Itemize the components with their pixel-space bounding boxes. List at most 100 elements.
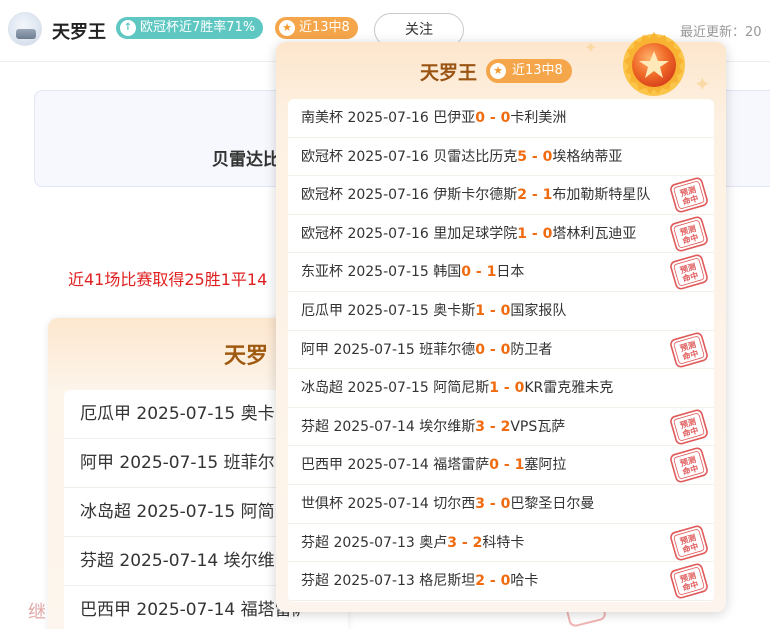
home-team: 奥卢	[419, 534, 448, 551]
home-score: 2	[517, 187, 528, 204]
match-date: 2025-07-13	[333, 573, 415, 590]
away-team: 哈卡	[510, 573, 539, 590]
match-league: 世俱杯	[301, 495, 343, 512]
away-team: 塞阿拉	[524, 457, 567, 474]
hit-rate-text: 近13中8	[299, 20, 350, 35]
match-league: 欧冠杯	[301, 148, 343, 165]
match-row[interactable]: 冰岛超 2025-07-15 阿简尼斯1 - 0KR雷克雅未克	[288, 369, 714, 408]
expert-name[interactable]: 天罗王	[52, 18, 106, 44]
home-score: 1	[475, 302, 486, 319]
away-score: 0	[500, 341, 511, 358]
score-separator: -	[485, 573, 501, 590]
score-separator: -	[485, 341, 501, 358]
home-team: 格尼斯坦	[419, 573, 476, 590]
match-row[interactable]: 欧冠杯 2025-07-16 贝雷达比历克5 - 0埃格纳蒂亚	[288, 138, 714, 177]
match-row[interactable]: 欧冠杯 2025-07-16 里加足球学院1 - 0塔林利瓦迪亚 预测 命中	[288, 215, 714, 254]
star-icon: ★	[279, 20, 295, 36]
match-date: 2025-07-16	[347, 187, 429, 204]
score-separator: -	[485, 495, 501, 512]
away-score: 1	[486, 264, 497, 281]
match-date: 2025-07-15	[347, 302, 429, 319]
match-league: 芬超	[301, 573, 329, 590]
match-row[interactable]: 厄瓜甲 2025-07-15 奥卡斯1 - 0国家报队	[288, 292, 714, 331]
match-league: 冰岛超	[301, 380, 343, 397]
score-separator: -	[499, 457, 515, 474]
home-team: 阿简尼斯	[433, 380, 490, 397]
away-score: 0	[542, 225, 553, 242]
avatar[interactable]	[8, 12, 42, 46]
score-separator: -	[471, 264, 487, 281]
match-row[interactable]: 巴西甲 2025-07-14 福塔雷萨0 - 1塞阿拉 预测 命中	[288, 446, 714, 485]
home-score: 1	[517, 225, 528, 242]
match-league: 芬超	[301, 418, 329, 435]
home-team: 贝雷达比历克	[433, 148, 518, 165]
page: 天罗王 ↑ 欧冠杯近7胜率71% ★ 近13中8 关注 最近更新：20 贝雷达比…	[0, 0, 770, 629]
home-team: 巴伊亚	[433, 110, 476, 126]
score-separator: -	[457, 534, 473, 551]
home-team: 伊斯卡尔德斯	[433, 187, 518, 204]
score-separator: -	[485, 302, 501, 319]
prediction-hit-stamp-icon: 预测命中	[670, 332, 708, 368]
away-score: 0	[514, 380, 525, 397]
away-team: 防卫者	[510, 341, 553, 358]
away-team: 巴黎圣日尔曼	[510, 495, 595, 512]
match-row[interactable]: 芬超 2025-07-14 埃尔维斯3 - 2VPS瓦萨 预测 命中	[288, 408, 714, 447]
away-score: 2	[472, 534, 483, 551]
away-score: 2	[500, 418, 511, 435]
match-league: 欧冠杯	[301, 187, 343, 204]
record-summary: 近41场比赛取得25胜1平14	[68, 270, 268, 289]
score-separator: -	[499, 380, 515, 397]
side-text: 继	[28, 602, 46, 623]
hit-rate-badge[interactable]: ★ 近13中8	[275, 17, 358, 39]
home-team: 里加足球学院	[433, 225, 518, 242]
away-team: 科特卡	[482, 534, 525, 551]
match-row[interactable]: 芬超 2025-07-13 奥卢3 - 2科特卡 预测 命中	[288, 524, 714, 563]
home-team: 埃尔维斯	[419, 418, 476, 435]
match-league: 厄瓜甲	[301, 302, 343, 319]
home-score: 1	[489, 380, 500, 397]
match-date: 2025-07-16	[347, 148, 429, 165]
home-team: 班菲尔德	[419, 341, 476, 358]
win-rate-badge: ↑ 欧冠杯近7胜率71%	[116, 17, 264, 39]
score-separator: -	[485, 418, 501, 435]
away-score: 1	[514, 457, 525, 474]
prediction-hit-stamp-icon: 预测命中	[670, 254, 708, 290]
home-team: 韩国	[433, 264, 462, 281]
away-team: 国家报队	[510, 302, 567, 319]
away-score: 0	[542, 148, 553, 165]
match-row[interactable]: 南美杯 2025-07-16 巴伊亚0 - 0卡利美洲	[288, 99, 714, 138]
match-league: 芬超	[301, 534, 329, 551]
sparkle-icon: ✦	[694, 72, 711, 96]
prediction-hit-stamp-icon: 预测命中	[670, 525, 708, 561]
home-score: 5	[517, 148, 528, 165]
prediction-hit-stamp-icon: 预测命中	[670, 177, 708, 213]
match-row[interactable]: 芬超 2025-07-13 格尼斯坦2 - 0哈卡 预测 命中	[288, 562, 714, 601]
match-row[interactable]: 欧冠杯 2025-07-16 伊斯卡尔德斯2 - 1布加勒斯特星队 预测 命中	[288, 176, 714, 215]
away-score: 0	[500, 110, 511, 126]
match-date: 2025-07-14	[347, 457, 429, 474]
star-icon: ★	[490, 63, 506, 79]
away-team: 日本	[496, 264, 525, 281]
home-score: 2	[475, 573, 486, 590]
match-date: 2025-07-15	[333, 341, 415, 358]
prediction-hit-stamp-icon: 预测命中	[670, 447, 708, 483]
away-team: 布加勒斯特星队	[552, 187, 651, 204]
match-row[interactable]: 世俱杯 2025-07-14 切尔西3 - 0巴黎圣日尔曼	[288, 485, 714, 524]
match-row[interactable]: 东亚杯 2025-07-15 韩国0 - 1日本 预测 命中	[288, 253, 714, 292]
home-score: 0	[475, 341, 486, 358]
home-score: 3	[475, 495, 486, 512]
home-team: 切尔西	[433, 495, 476, 512]
last-updated: 最近更新：20	[680, 25, 762, 40]
away-score: 1	[542, 187, 553, 204]
score-separator: -	[527, 225, 543, 242]
score-separator: -	[485, 110, 501, 126]
popup-hit-badge: ★ 近13中8	[486, 59, 572, 83]
match-date: 2025-07-15	[347, 380, 429, 397]
match-row[interactable]: 阿甲 2025-07-15 班菲尔德0 - 0防卫者 预测 命中	[288, 331, 714, 370]
away-team: VPS瓦萨	[510, 418, 566, 435]
match-date: 2025-07-16	[347, 110, 429, 126]
home-score: 0	[475, 110, 486, 126]
away-team: 卡利美洲	[510, 110, 567, 126]
home-team: 福塔雷萨	[433, 457, 490, 474]
match-date: 2025-07-16	[347, 225, 429, 242]
